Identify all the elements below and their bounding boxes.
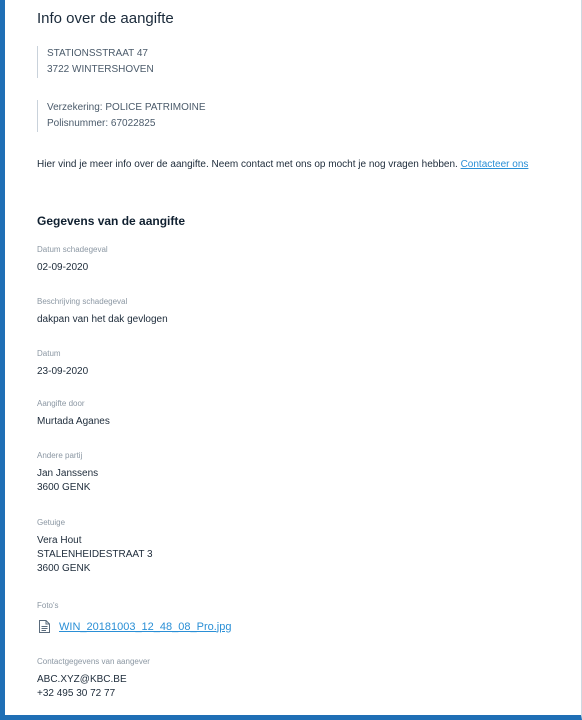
intro-text: Hier vind je meer info over de aangifte.…: [37, 159, 458, 170]
field-label: Datum schadegeval: [37, 245, 108, 254]
field-getuige: Getuige Vera Hout STALENHEIDESTRAAT 3 36…: [37, 517, 153, 576]
field-label: Foto's: [37, 601, 59, 610]
address-block: STATIONSSTRAAT 47 3722 WINTERSHOVEN: [37, 46, 154, 78]
contact-email: ABC.XYZ@KBC.BE: [37, 674, 127, 685]
photo-file-link[interactable]: WIN_20181003_12_48_08_Pro.jpg: [59, 621, 231, 633]
field-datum: Datum 23-09-2020: [37, 348, 88, 379]
photo-attachment: WIN_20181003_12_48_08_Pro.jpg: [37, 620, 231, 633]
field-label: Getuige: [37, 518, 66, 527]
field-value: Murtada Aganes: [37, 416, 110, 427]
details-panel: Info over de aangifte STATIONSSTRAAT 47 …: [0, 0, 582, 720]
witness-city: 3600 GENK: [37, 563, 91, 574]
contact-phone: +32 495 30 72 77: [37, 688, 116, 699]
field-label: Aangifte door: [37, 399, 85, 408]
page-title: Info over de aangifte: [37, 10, 174, 27]
intro-paragraph: Hier vind je meer info over de aangifte.…: [37, 152, 567, 177]
field-beschrijving: Beschrijving schadegeval dakpan van het …: [37, 296, 168, 327]
insurance-block: Verzekering: POLICE PATRIMOINE Polisnumm…: [37, 100, 206, 132]
field-andere-partij: Andere partij Jan Janssens 3600 GENK: [37, 450, 98, 495]
field-contact: Contactgegevens van aangever ABC.XYZ@KBC…: [37, 656, 150, 701]
field-label: Beschrijving schadegeval: [37, 297, 128, 306]
field-label: Andere partij: [37, 451, 83, 460]
document-icon: [39, 620, 50, 633]
witness-street: STALENHEIDESTRAAT 3: [37, 549, 153, 560]
section-title: Gegevens van de aangifte: [37, 214, 186, 228]
witness-name: Vera Hout: [37, 535, 82, 546]
party-city: 3600 GENK: [37, 482, 91, 493]
field-label: Datum: [37, 349, 61, 358]
address-street: STATIONSSTRAAT 47: [47, 48, 148, 59]
field-value: 02-09-2020: [37, 262, 89, 273]
field-fotos: Foto's WIN_20181003_12_48_08_Pro.jpg: [37, 600, 231, 633]
party-name: Jan Janssens: [37, 468, 99, 479]
field-value: dakpan van het dak gevlogen: [37, 314, 168, 325]
address-city: 3722 WINTERSHOVEN: [47, 64, 154, 75]
policy-number: Polisnummer: 67022825: [47, 118, 156, 129]
field-aangifte-door: Aangifte door Murtada Aganes: [37, 398, 110, 429]
field-value: 23-09-2020: [37, 366, 89, 377]
insurance-name: Verzekering: POLICE PATRIMOINE: [47, 102, 206, 113]
field-datum-schadegeval: Datum schadegeval 02-09-2020: [37, 244, 108, 275]
field-label: Contactgegevens van aangever: [37, 657, 150, 666]
contact-link[interactable]: Contacteer ons: [461, 159, 529, 170]
